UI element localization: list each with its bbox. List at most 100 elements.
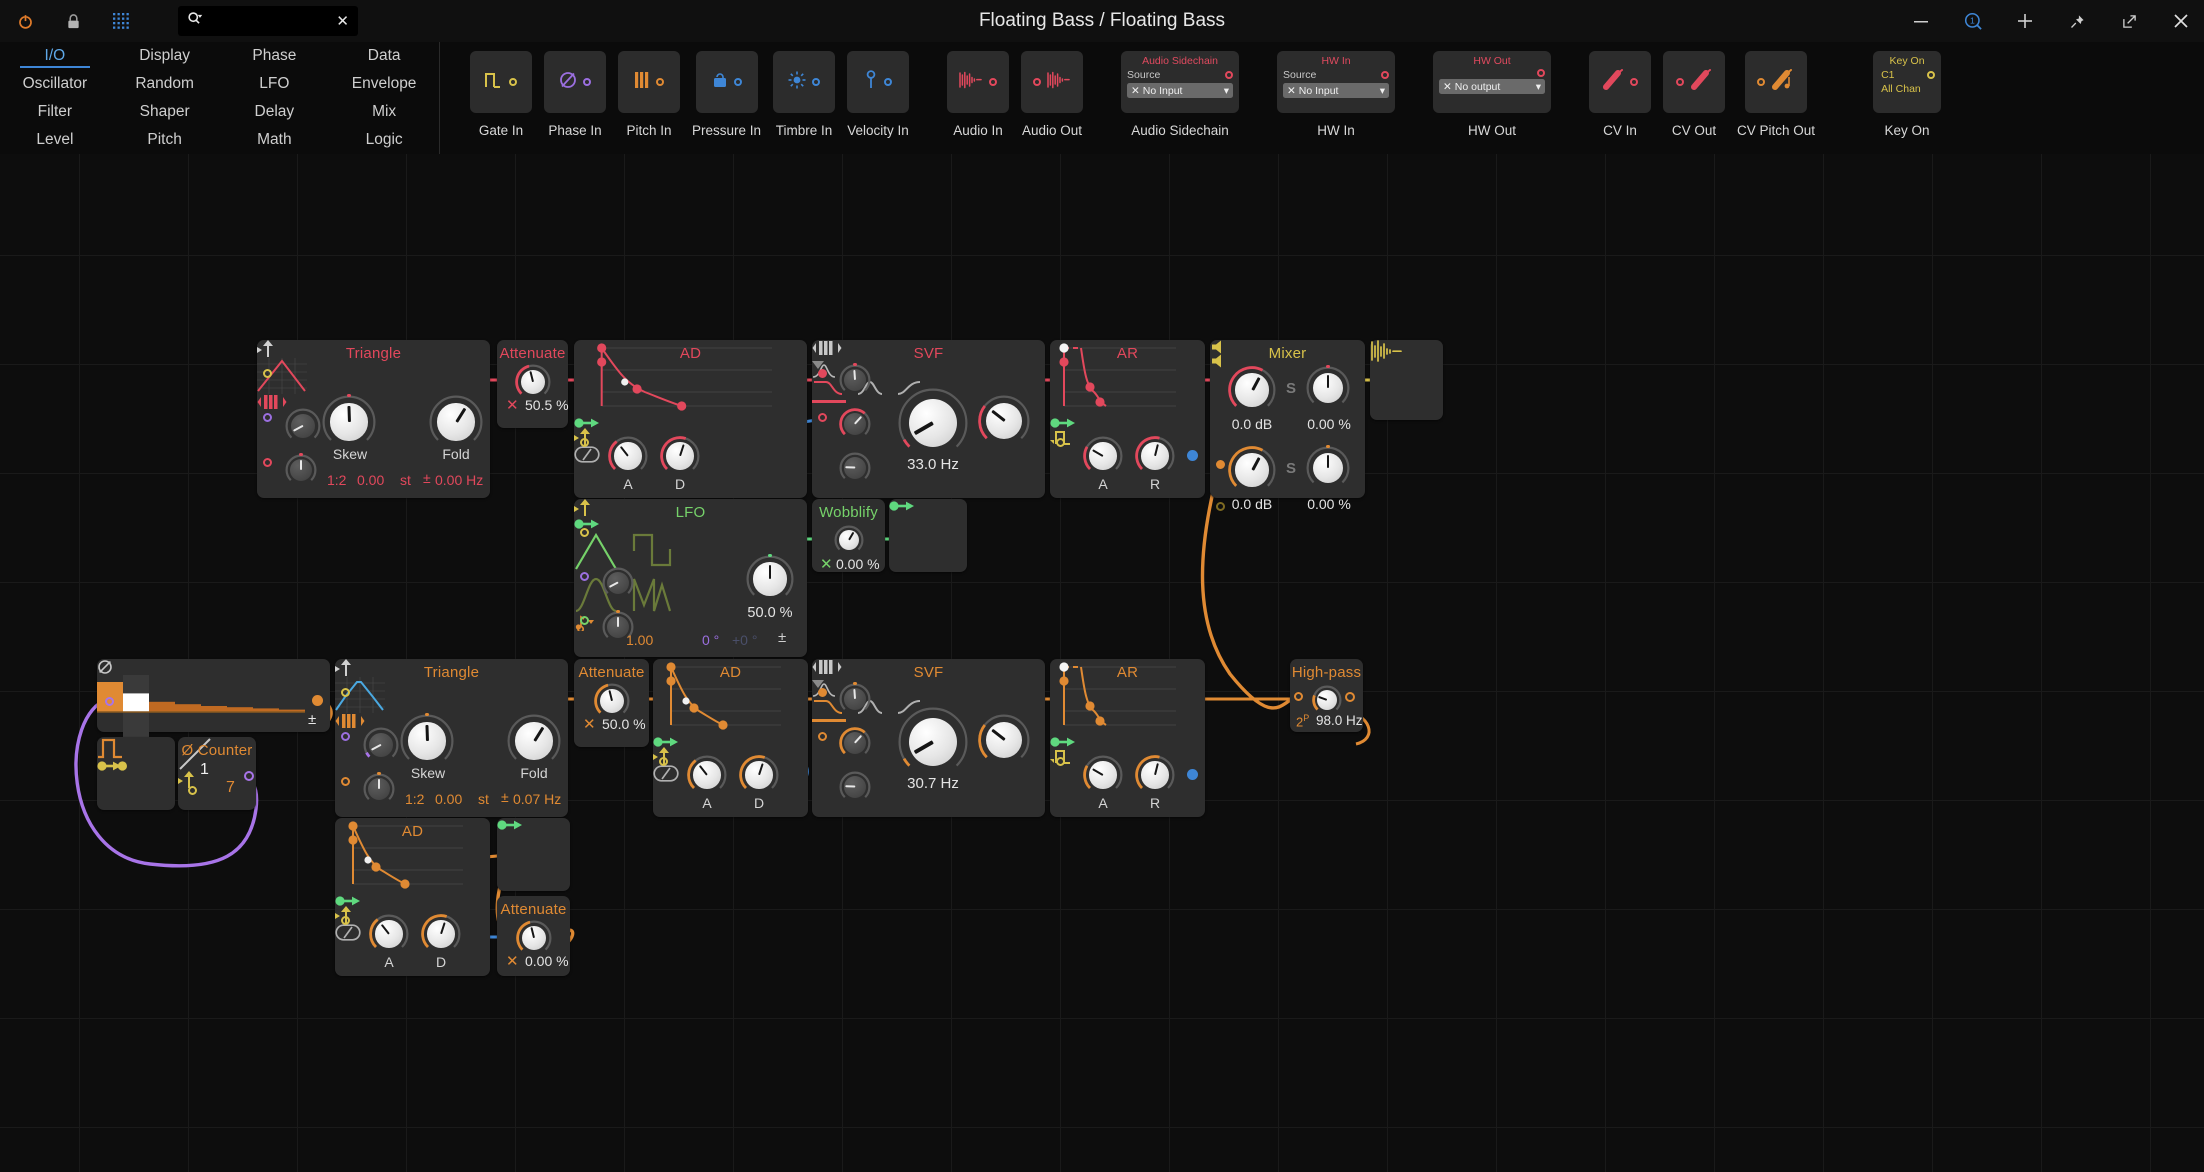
- port[interactable]: [263, 458, 272, 467]
- output-arrow-icon[interactable]: [335, 894, 361, 906]
- modulation-dot[interactable]: [1187, 450, 1198, 461]
- knob[interactable]: [978, 395, 1030, 447]
- knob[interactable]: [739, 755, 779, 795]
- io-tile-audio-sidechain[interactable]: Audio Sidechain Source ✕ No Input ▾: [1121, 51, 1240, 113]
- knob[interactable]: [363, 772, 395, 805]
- category-mix[interactable]: Mix: [329, 98, 439, 126]
- io-item-velocity-in[interactable]: Velocity In: [847, 42, 910, 138]
- io-tile-key-on[interactable]: Key On C1 All Chan: [1873, 51, 1942, 113]
- knob[interactable]: [594, 683, 630, 719]
- module-pulse-pulse1[interactable]: [97, 737, 175, 810]
- io-port[interactable]: [656, 78, 664, 86]
- knob[interactable]: [1228, 366, 1276, 414]
- add-button[interactable]: [2012, 8, 2038, 34]
- category-i-o[interactable]: I/O: [0, 42, 110, 70]
- module-attenuate-att2[interactable]: Attenuate ✕ 50.0 %: [574, 659, 649, 747]
- port[interactable]: [105, 697, 114, 706]
- category-envelope[interactable]: Envelope: [329, 70, 439, 98]
- pin-icon[interactable]: [2064, 8, 2090, 34]
- module-attenuate-att3[interactable]: Attenuate ✕ 0.00 %: [497, 896, 570, 976]
- port[interactable]: [1056, 757, 1065, 766]
- io-tile-pressure-in[interactable]: [695, 51, 758, 113]
- category-level[interactable]: Level: [0, 126, 110, 154]
- module-triangle-tri2[interactable]: Triangle Skew Fold 1:2 0.00 st ±0.07 Hz: [335, 659, 568, 817]
- port[interactable]: [263, 413, 272, 422]
- io-tile-hw-out[interactable]: HW Out ✕ No output ▾: [1433, 51, 1552, 113]
- loop-icon[interactable]: [335, 924, 361, 941]
- output-arrow-icon[interactable]: [653, 735, 679, 747]
- lock-icon[interactable]: [60, 8, 86, 34]
- keys-range-icon[interactable]: [335, 713, 365, 729]
- io-item-phase-in[interactable]: Phase In: [544, 42, 606, 138]
- port[interactable]: [1294, 692, 1303, 701]
- module-lfo-lfo1[interactable]: LFO 50.0 % 1.00 0 ° +0 ° ±: [574, 499, 807, 657]
- module-blank-blank1[interactable]: [889, 499, 967, 572]
- io-tile-timbre-in[interactable]: [773, 51, 836, 113]
- io-item-key-on[interactable]: Key On C1 All Chan Key On: [1873, 42, 1942, 138]
- knob[interactable]: [516, 920, 552, 956]
- io-tile-gate-in[interactable]: [470, 51, 532, 113]
- module-steps-scope1[interactable]: ±: [97, 659, 330, 753]
- modulation-dot[interactable]: [1187, 769, 1198, 780]
- keys-range-icon[interactable]: [257, 394, 287, 410]
- io-item-gate-in[interactable]: Gate In: [470, 42, 532, 138]
- knob[interactable]: [400, 713, 454, 768]
- knob[interactable]: [687, 755, 727, 795]
- io-port[interactable]: [733, 78, 742, 86]
- port[interactable]: [341, 688, 350, 697]
- io-item-audio-sidechain[interactable]: Audio Sidechain Source ✕ No Input ▾ Audio Si…: [1121, 42, 1240, 138]
- category-display[interactable]: Display: [110, 42, 220, 70]
- io-tile-audio-out[interactable]: [1021, 51, 1084, 113]
- knob[interactable]: [898, 707, 968, 777]
- minimize-button[interactable]: [1908, 8, 1934, 34]
- io-item-audio-in[interactable]: Audio In: [947, 42, 1010, 138]
- knob[interactable]: [1228, 446, 1276, 494]
- loop-icon[interactable]: [574, 446, 600, 463]
- highpass-output-port[interactable]: [1345, 692, 1355, 702]
- knob[interactable]: [363, 727, 399, 763]
- close-button[interactable]: [2168, 8, 2194, 34]
- chevron-down-icon[interactable]: ▾: [1536, 81, 1541, 93]
- category-delay[interactable]: Delay: [220, 98, 330, 126]
- knob[interactable]: [608, 436, 648, 476]
- popout-icon[interactable]: [2116, 8, 2142, 34]
- module-svf-svf2[interactable]: SVF 30.7 Hz: [812, 659, 1045, 817]
- io-port[interactable]: [1927, 71, 1936, 79]
- search-clear-icon[interactable]: ✕: [336, 12, 349, 30]
- io-tile-pitch-in[interactable]: [618, 51, 680, 113]
- port[interactable]: [818, 732, 827, 741]
- step-sequencer-bars[interactable]: [97, 675, 305, 741]
- io-port[interactable]: [1381, 71, 1390, 79]
- io-item-cv-in[interactable]: CV In: [1589, 42, 1652, 138]
- module-mixer-mixer1[interactable]: Mixer 0.0 dB S 0.00 % 0.0 dB S 0.00 %: [1210, 340, 1365, 512]
- port[interactable]: [1056, 438, 1065, 447]
- port[interactable]: [580, 616, 589, 625]
- io-tile-cv-pitch-out[interactable]: [1745, 51, 1808, 113]
- io-item-cv-out[interactable]: CV Out: [1663, 42, 1726, 138]
- knob[interactable]: [369, 914, 409, 954]
- category-oscillator[interactable]: Oscillator: [0, 70, 110, 98]
- io-item-audio-out[interactable]: Audio Out: [1021, 42, 1084, 138]
- port[interactable]: [580, 528, 589, 537]
- port[interactable]: [818, 688, 827, 697]
- category-random[interactable]: Random: [110, 70, 220, 98]
- module-svf-svf1[interactable]: SVF 33.0 Hz: [812, 340, 1045, 498]
- output-arrow-icon[interactable]: [889, 499, 915, 511]
- module-ar-ar2[interactable]: AR AR: [1050, 659, 1205, 817]
- module-audioout-audioout1[interactable]: [1370, 340, 1443, 420]
- io-port[interactable]: [884, 78, 893, 86]
- io-port[interactable]: [1757, 78, 1766, 86]
- knob[interactable]: [285, 453, 317, 486]
- port[interactable]: [818, 413, 827, 422]
- module-attenuate-att1[interactable]: Attenuate ✕ 50.5 %: [497, 340, 569, 428]
- knob[interactable]: [1083, 755, 1123, 795]
- knob[interactable]: [1135, 755, 1175, 795]
- io-port[interactable]: [1537, 69, 1546, 77]
- knob[interactable]: [660, 436, 700, 476]
- category-data[interactable]: Data: [329, 42, 439, 70]
- io-port[interactable]: [1630, 78, 1639, 86]
- io-item-pitch-in[interactable]: Pitch In: [618, 42, 680, 138]
- port[interactable]: [341, 732, 350, 741]
- power-icon[interactable]: [12, 8, 38, 34]
- io-item-cv-pitch-out[interactable]: CV Pitch Out: [1737, 42, 1815, 138]
